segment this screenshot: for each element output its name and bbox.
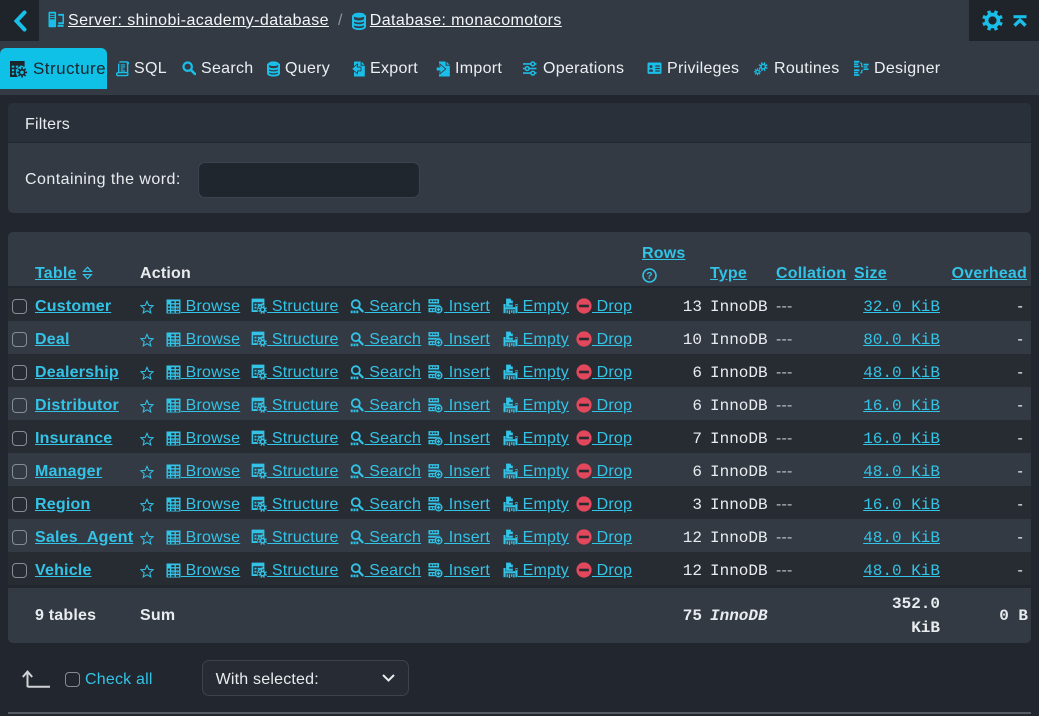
svg-text:?: ?	[646, 271, 652, 282]
